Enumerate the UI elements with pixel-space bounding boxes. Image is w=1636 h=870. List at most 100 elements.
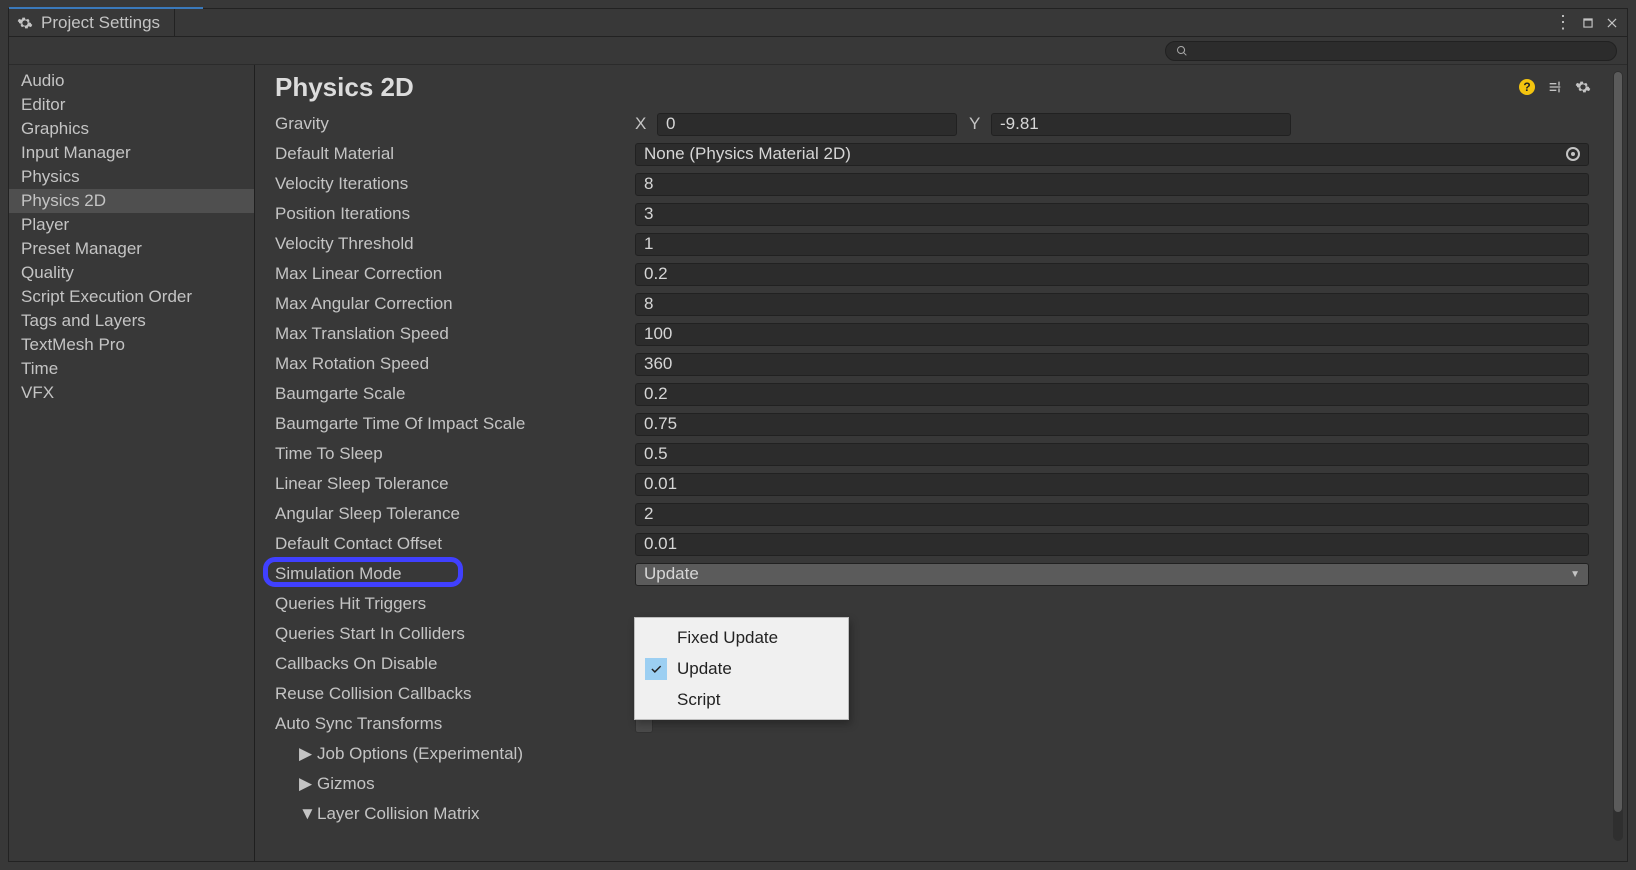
- sidebar-item-label: Physics 2D: [21, 191, 106, 211]
- max-translation-speed-label: Max Translation Speed: [275, 324, 635, 344]
- sidebar-item-input-manager[interactable]: Input Manager: [9, 141, 254, 165]
- sidebar-item-physics[interactable]: Physics: [9, 165, 254, 189]
- kebab-menu-icon[interactable]: ⋮: [1554, 12, 1571, 33]
- row-simulation-mode: Simulation Mode Update ▼: [275, 559, 1589, 589]
- max-translation-speed-input[interactable]: 100: [635, 323, 1589, 346]
- layer-collision-matrix-foldout[interactable]: ▼Layer Collision Matrix: [275, 804, 635, 824]
- gravity-x-label: X: [635, 114, 649, 134]
- max-linear-correction-label: Max Linear Correction: [275, 264, 635, 284]
- window-title: Project Settings: [41, 13, 160, 33]
- sidebar-item-tags-and-layers[interactable]: Tags and Layers: [9, 309, 254, 333]
- position-iterations-label: Position Iterations: [275, 204, 635, 224]
- presets-icon[interactable]: [1547, 79, 1563, 95]
- sidebar-item-time[interactable]: Time: [9, 357, 254, 381]
- gravity-x-input[interactable]: 0: [657, 113, 957, 136]
- max-rotation-speed-label: Max Rotation Speed: [275, 354, 635, 374]
- sidebar-item-player[interactable]: Player: [9, 213, 254, 237]
- callbacks-on-disable-label: Callbacks On Disable: [275, 654, 635, 674]
- queries-hit-triggers-label: Queries Hit Triggers: [275, 594, 635, 614]
- sidebar-item-label: Graphics: [21, 119, 89, 139]
- default-material-label: Default Material: [275, 144, 635, 164]
- angular-sleep-tolerance-label: Angular Sleep Tolerance: [275, 504, 635, 524]
- searchbar: [9, 37, 1627, 65]
- row-gravity: Gravity X 0 Y -9.81: [275, 109, 1589, 139]
- scrollbar-thumb[interactable]: [1614, 72, 1622, 812]
- auto-sync-transforms-label: Auto Sync Transforms: [275, 714, 635, 734]
- sidebar-item-label: Audio: [21, 71, 64, 91]
- search-input[interactable]: [1165, 41, 1617, 61]
- queries-start-in-colliders-label: Queries Start In Colliders: [275, 624, 635, 644]
- velocity-threshold-label: Velocity Threshold: [275, 234, 635, 254]
- scrollbar[interactable]: [1613, 71, 1623, 841]
- sidebar: Audio Editor Graphics Input Manager Phys…: [9, 65, 255, 861]
- maximize-icon[interactable]: [1581, 16, 1595, 30]
- close-icon[interactable]: [1605, 16, 1619, 30]
- popup-item-label: Script: [677, 690, 720, 710]
- sidebar-item-label: Tags and Layers: [21, 311, 146, 331]
- gear-icon[interactable]: [1575, 79, 1591, 95]
- chevron-down-icon: ▼: [1570, 569, 1580, 580]
- max-rotation-speed-input[interactable]: 360: [635, 353, 1589, 376]
- gizmos-foldout[interactable]: ▶Gizmos: [275, 774, 635, 794]
- sidebar-item-label: Input Manager: [21, 143, 131, 163]
- object-picker-icon[interactable]: [1566, 147, 1580, 161]
- check-icon: [649, 662, 663, 676]
- position-iterations-input[interactable]: 3: [635, 203, 1589, 226]
- titlebar: Project Settings ⋮: [9, 9, 1627, 37]
- popup-item-update[interactable]: Update: [635, 653, 848, 684]
- sidebar-item-audio[interactable]: Audio: [9, 69, 254, 93]
- sidebar-item-quality[interactable]: Quality: [9, 261, 254, 285]
- page-title: Physics 2D: [275, 72, 414, 103]
- default-contact-offset-input[interactable]: 0.01: [635, 533, 1589, 556]
- main-panel: Physics 2D ? Gravity X 0: [255, 65, 1627, 861]
- sidebar-item-label: TextMesh Pro: [21, 335, 125, 355]
- baumgarte-scale-label: Baumgarte Scale: [275, 384, 635, 404]
- simulation-mode-popup: Fixed Update Update Script: [634, 617, 849, 720]
- popup-item-label: Update: [677, 659, 732, 679]
- linear-sleep-tolerance-input[interactable]: 0.01: [635, 473, 1589, 496]
- velocity-threshold-input[interactable]: 1: [635, 233, 1589, 256]
- max-angular-correction-label: Max Angular Correction: [275, 294, 635, 314]
- sidebar-item-label: Editor: [21, 95, 65, 115]
- baumgarte-toi-scale-label: Baumgarte Time Of Impact Scale: [275, 414, 635, 434]
- window-tab[interactable]: Project Settings: [9, 9, 175, 36]
- sidebar-item-label: Preset Manager: [21, 239, 142, 259]
- baumgarte-toi-scale-input[interactable]: 0.75: [635, 413, 1589, 436]
- gravity-y-label: Y: [969, 114, 983, 134]
- gear-icon: [17, 15, 33, 31]
- time-to-sleep-label: Time To Sleep: [275, 444, 635, 464]
- sidebar-item-label: VFX: [21, 383, 54, 403]
- baumgarte-scale-input[interactable]: 0.2: [635, 383, 1589, 406]
- sidebar-item-label: Time: [21, 359, 58, 379]
- default-contact-offset-label: Default Contact Offset: [275, 534, 635, 554]
- velocity-iterations-input[interactable]: 8: [635, 173, 1589, 196]
- max-angular-correction-input[interactable]: 8: [635, 293, 1589, 316]
- simulation-mode-dropdown[interactable]: Update ▼: [635, 563, 1589, 586]
- velocity-iterations-label: Velocity Iterations: [275, 174, 635, 194]
- sidebar-item-label: Quality: [21, 263, 74, 283]
- popup-item-script[interactable]: Script: [635, 684, 848, 715]
- help-icon[interactable]: ?: [1519, 79, 1535, 95]
- job-options-foldout[interactable]: ▶Job Options (Experimental): [275, 744, 635, 764]
- sidebar-item-vfx[interactable]: VFX: [9, 381, 254, 405]
- default-material-field[interactable]: None (Physics Material 2D): [635, 143, 1589, 166]
- sidebar-item-script-execution-order[interactable]: Script Execution Order: [9, 285, 254, 309]
- sidebar-item-preset-manager[interactable]: Preset Manager: [9, 237, 254, 261]
- sidebar-item-physics-2d[interactable]: Physics 2D: [9, 189, 254, 213]
- sidebar-item-textmesh-pro[interactable]: TextMesh Pro: [9, 333, 254, 357]
- sidebar-item-label: Script Execution Order: [21, 287, 192, 307]
- gravity-label: Gravity: [275, 114, 635, 134]
- sidebar-item-label: Player: [21, 215, 69, 235]
- time-to-sleep-input[interactable]: 0.5: [635, 443, 1589, 466]
- max-linear-correction-input[interactable]: 0.2: [635, 263, 1589, 286]
- search-icon: [1176, 45, 1188, 57]
- reuse-collision-callbacks-label: Reuse Collision Callbacks: [275, 684, 635, 704]
- linear-sleep-tolerance-label: Linear Sleep Tolerance: [275, 474, 635, 494]
- angular-sleep-tolerance-input[interactable]: 2: [635, 503, 1589, 526]
- popup-item-fixed-update[interactable]: Fixed Update: [635, 622, 848, 653]
- sidebar-item-editor[interactable]: Editor: [9, 93, 254, 117]
- row-default-material: Default Material None (Physics Material …: [275, 139, 1589, 169]
- gravity-y-input[interactable]: -9.81: [991, 113, 1291, 136]
- sidebar-item-graphics[interactable]: Graphics: [9, 117, 254, 141]
- simulation-mode-label: Simulation Mode: [275, 564, 635, 584]
